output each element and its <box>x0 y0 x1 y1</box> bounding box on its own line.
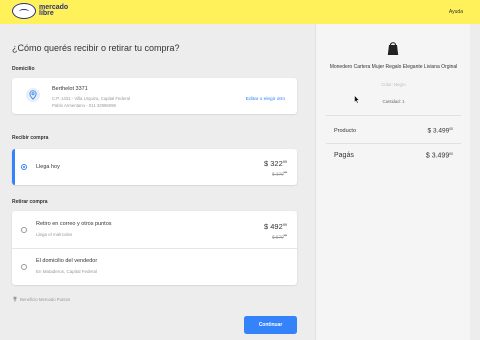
product-name: Monedero Cartera Mujer Regalo Elegante L… <box>329 64 458 70</box>
summary-divider <box>326 143 461 144</box>
radio-llega-hoy[interactable] <box>21 164 27 170</box>
product-thumbnail <box>387 42 399 55</box>
pickup-option-vendedor[interactable]: El domicilio del vendedor En Mataderos, … <box>12 248 297 285</box>
edit-address-link[interactable]: Editar o elegir otro <box>246 97 285 102</box>
handshake-icon <box>12 3 36 19</box>
pickup-options-card: Retiro en correo y otros puntos Llega el… <box>12 211 297 285</box>
recibir-label: Recibir compra <box>12 135 49 141</box>
option-price: $ 49299 <box>263 222 287 231</box>
header-bar: mercado libre Ayuda <box>0 0 480 24</box>
product-label: Producto <box>334 128 357 134</box>
benefit-text: Beneficio Mercado Puntos <box>20 296 71 302</box>
logo-text-line2: libre <box>39 10 54 17</box>
product-color: Color: Negro <box>381 82 406 87</box>
summary-divider <box>326 115 461 116</box>
address-street: Berthelot 3371 <box>52 86 88 92</box>
trophy-icon <box>13 296 17 302</box>
option-sub: Llega el miércoles <box>36 232 73 237</box>
retirar-label: Retirar compra <box>12 199 48 205</box>
radio-correo[interactable] <box>21 227 27 233</box>
location-pin-icon <box>26 88 40 102</box>
selected-accent-bar <box>12 149 15 185</box>
radio-vendedor[interactable] <box>21 264 27 270</box>
main-content: ¿Cómo querés recibir o retirar tu compra… <box>0 24 315 340</box>
continue-button[interactable]: Continuar <box>244 316 297 334</box>
option-price: $ 32299 <box>263 159 287 168</box>
domicilio-label: Domicilio <box>12 66 35 72</box>
option-old-price: $ 37999 <box>272 170 287 177</box>
benefit-note: Beneficio Mercado Puntos <box>12 296 70 302</box>
help-link[interactable]: Ayuda <box>449 9 463 15</box>
product-quantity: Cantidad: 1 <box>382 99 405 104</box>
option-old-price: $ 57999 <box>272 233 287 240</box>
total-label: Pagás <box>334 152 354 159</box>
address-card: Berthelot 3371 C.P. 1431 - Villa Urquiza… <box>12 78 297 114</box>
option-label: El domicilio del vendedor <box>36 258 98 264</box>
delivery-option-llega-hoy[interactable]: Llega hoy $ 32299 $ 37999 <box>12 149 297 185</box>
address-contact: Pablo Armentano - 011 32996098 <box>52 103 116 108</box>
option-sub: En Mataderos, Capital Federal <box>36 269 98 274</box>
pickup-option-correo[interactable]: Retiro en correo y otros puntos Llega el… <box>12 211 297 248</box>
product-price: $ 3.49900 <box>427 127 453 135</box>
mercadolibre-logo[interactable]: mercado libre <box>12 3 68 19</box>
order-summary: Monedero Cartera Mujer Regalo Elegante L… <box>315 24 470 340</box>
option-label: Retiro en correo y otros puntos <box>36 221 112 227</box>
mouse-cursor-icon <box>354 95 360 104</box>
total-price: $ 3.49900 <box>425 152 453 160</box>
page-title: ¿Cómo querés recibir o retirar tu compra… <box>12 43 180 53</box>
address-city: C.P. 1431 - Villa Urquiza, Capital Feder… <box>52 96 130 101</box>
option-label: Llega hoy <box>36 164 60 170</box>
